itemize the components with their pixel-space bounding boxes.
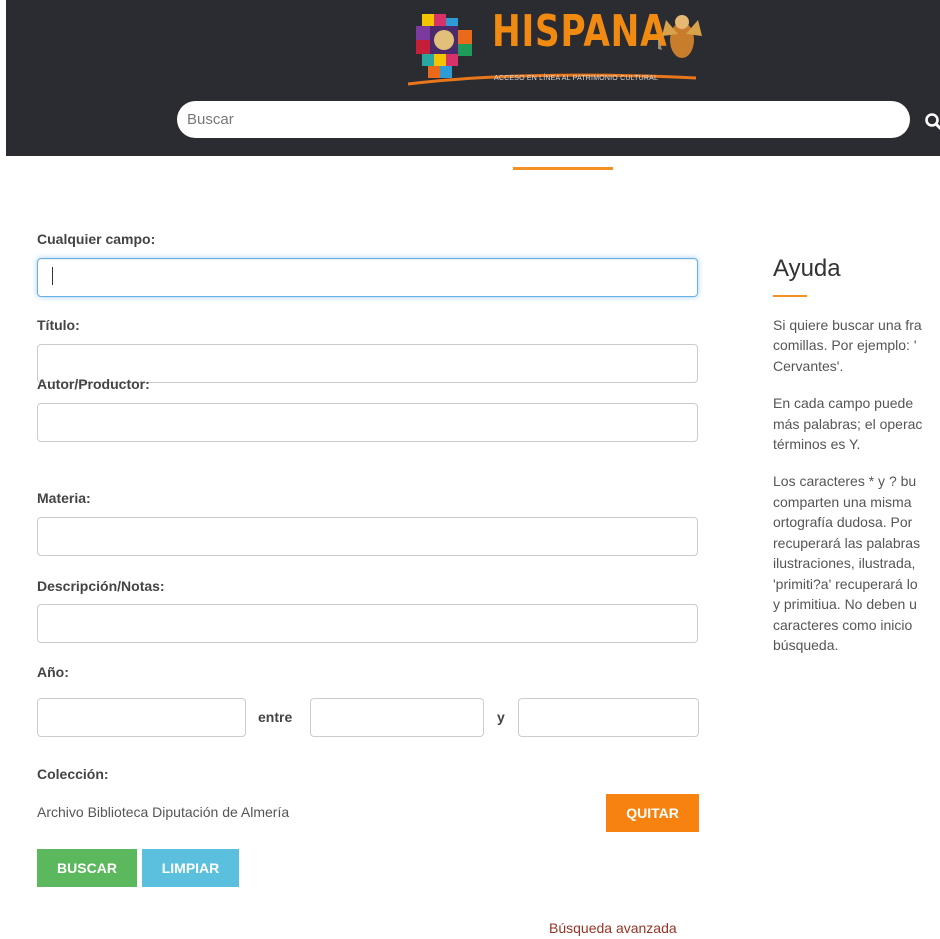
hispana-logo[interactable]: HISPANA ACCESO EN LÍNEA AL PATRIMONIO CU… xyxy=(407,4,714,88)
clear-button[interactable]: LIMPIAR xyxy=(142,849,239,887)
remove-collection-button[interactable]: QUITAR xyxy=(606,794,699,832)
search-icon[interactable] xyxy=(924,112,940,132)
advanced-search-link[interactable]: Búsqueda avanzada xyxy=(549,920,677,936)
description-label: Descripción/Notas: xyxy=(37,578,165,594)
any-field-label: Cualquier campo: xyxy=(37,231,156,247)
help-p1-line: Cervantes'. xyxy=(773,358,844,374)
help-p3-line: 'primiti?a' recuperará lo xyxy=(773,576,918,592)
logo-title: HISPANA xyxy=(492,6,668,57)
year-label: Año: xyxy=(37,664,69,680)
help-p1-line: comillas. Por ejemplo: ' xyxy=(773,337,917,353)
title-label: Título: xyxy=(37,317,80,333)
year-between-label: entre xyxy=(258,709,293,725)
text-caret xyxy=(52,267,53,285)
header-search-input[interactable] xyxy=(177,101,910,138)
help-p3-line: caracteres como inicio xyxy=(773,617,913,633)
help-p3-line: y primitiua. No deben u xyxy=(773,596,917,612)
help-p2-line: términos es Y. xyxy=(773,436,861,452)
year-exact-input[interactable] xyxy=(37,698,246,737)
help-p1-line: Si quiere buscar una fra xyxy=(773,317,922,333)
help-title: Ayuda xyxy=(773,255,841,282)
help-p3-line: ortografía dudosa. Por xyxy=(773,514,913,530)
description-input[interactable] xyxy=(37,604,698,643)
active-tab-indicator xyxy=(513,167,613,170)
author-input[interactable] xyxy=(37,403,698,442)
mosaic-icon xyxy=(416,14,472,78)
collection-name: Archivo Biblioteca Diputación de Almería xyxy=(37,804,290,820)
help-title-underline xyxy=(773,295,807,297)
header-search-bar xyxy=(177,101,910,138)
help-p3-line: Los caracteres * y ? bu xyxy=(773,473,917,489)
help-p2-line: más palabras; el operac xyxy=(773,416,923,432)
author-label: Autor/Productor: xyxy=(37,376,150,392)
logo-tagline: ACCESO EN LÍNEA AL PATRIMONIO CULTURAL xyxy=(494,75,659,82)
site-header: HISPANA ACCESO EN LÍNEA AL PATRIMONIO CU… xyxy=(6,0,940,156)
help-p3-line: búsqueda. xyxy=(773,637,839,653)
collection-label: Colección: xyxy=(37,766,109,782)
year-to-input[interactable] xyxy=(518,698,699,737)
help-p2-line: En cada campo puede xyxy=(773,395,914,411)
year-from-input[interactable] xyxy=(310,698,484,737)
year-and-label: y xyxy=(497,709,505,725)
subject-label: Materia: xyxy=(37,490,91,506)
any-field-input[interactable] xyxy=(37,258,698,297)
help-p3-line: ilustraciones, ilustrada, xyxy=(773,555,916,571)
help-p3-line: recuperará las palabras xyxy=(773,535,921,551)
search-button[interactable]: BUSCAR xyxy=(37,849,137,887)
help-p3-line: comparten una misma xyxy=(773,494,912,510)
angel-figure-icon xyxy=(658,15,702,58)
subject-input[interactable] xyxy=(37,517,698,556)
